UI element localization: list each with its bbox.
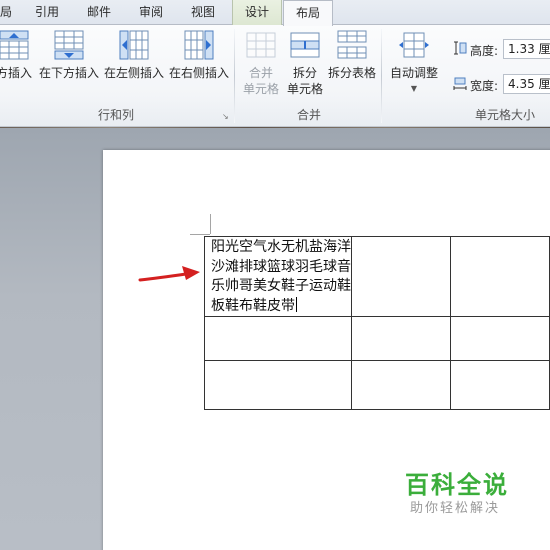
insert-below-button[interactable]: 在下方插入 <box>38 29 100 81</box>
watermark-subtitle: 助你轻松解决 <box>410 501 501 516</box>
ribbon-tab-bar: 局 引用 邮件 审阅 视图 设计 布局 <box>0 0 550 26</box>
merge-cells-button[interactable]: 合并 单元格 <box>240 29 282 97</box>
insert-above-button[interactable]: 方插入 <box>0 29 34 81</box>
tab-view[interactable]: 视图 <box>178 0 228 25</box>
table-row: 阳光空气水无机盐海洋沙滩排球篮球羽毛球音乐帅哥美女鞋子运动鞋板鞋布鞋皮带 <box>204 236 550 317</box>
text-caret <box>296 296 297 312</box>
split-cells-button[interactable]: 拆分 单元格 <box>284 29 326 97</box>
autofit-icon <box>399 32 429 58</box>
split-cells-icon <box>290 32 320 58</box>
table-cell[interactable] <box>351 236 451 317</box>
row-height-icon <box>454 41 467 55</box>
insert-left-label: 在左侧插入 <box>103 66 164 80</box>
width-input[interactable]: 4.35 厘米 <box>503 74 550 94</box>
table-cell[interactable] <box>450 360 550 410</box>
table-cell[interactable] <box>450 316 550 361</box>
split-table-button[interactable]: 拆分表格 <box>326 29 378 81</box>
group-label-cell-size: 单元格大小 <box>475 108 536 122</box>
autofit-label: 自动调整 <box>389 66 438 80</box>
tab-layout[interactable]: 布局 <box>283 0 333 26</box>
group-label-rows-columns: 行和列 <box>97 108 134 122</box>
insert-above-label: 方插入 <box>0 66 32 80</box>
group-separator <box>381 29 382 123</box>
table-cell[interactable] <box>204 316 352 361</box>
margin-mark <box>190 234 210 235</box>
column-width-icon <box>453 77 467 90</box>
table-cell[interactable] <box>204 360 352 410</box>
group-separator <box>234 29 235 123</box>
annotation-arrow-icon <box>138 266 200 282</box>
height-input[interactable]: 1.33 厘米 <box>503 39 550 59</box>
table-cell[interactable] <box>351 316 451 361</box>
insert-right-label: 在右侧插入 <box>168 66 229 80</box>
insert-below-label: 在下方插入 <box>38 66 99 80</box>
tab-review[interactable]: 审阅 <box>126 0 176 25</box>
ribbon-panel: 方插入 在下方插入 在左侧插入 在右侧插入 行和列 ↘ 合并 单元格 拆分 单元… <box>0 25 550 127</box>
insert-above-icon <box>0 30 29 60</box>
table-cell[interactable]: 阳光空气水无机盐海洋沙滩排球篮球羽毛球音乐帅哥美女鞋子运动鞋板鞋布鞋皮带 <box>204 236 352 317</box>
watermark-title: 百科全说 <box>405 471 509 499</box>
document-table: 阳光空气水无机盐海洋沙滩排球篮球羽毛球音乐帅哥美女鞋子运动鞋板鞋布鞋皮带 <box>204 236 550 410</box>
table-row <box>204 316 550 361</box>
table-cell[interactable] <box>450 236 550 317</box>
watermark: 百科全说 助你轻松解决 <box>405 470 509 518</box>
insert-left-button[interactable]: 在左侧插入 <box>103 29 165 81</box>
cell-text-container: 阳光空气水无机盐海洋沙滩排球篮球羽毛球音乐帅哥美女鞋子运动鞋板鞋布鞋皮带 <box>205 237 351 316</box>
margin-mark <box>210 214 211 234</box>
group-merge: 合并 单元格 拆分 单元格 拆分表格 合并 <box>236 25 382 127</box>
insert-right-button[interactable]: 在右侧插入 <box>168 29 230 81</box>
group-label-merge: 合并 <box>296 108 321 122</box>
insert-below-icon <box>54 30 84 60</box>
insert-left-icon <box>119 30 149 60</box>
autofit-button[interactable]: 自动调整 ▼ <box>387 29 441 97</box>
dialog-launcher-icon[interactable]: ↘ <box>222 112 231 121</box>
merge-cells-label-2: 单元格 <box>242 82 279 96</box>
tab-mailings[interactable]: 邮件 <box>74 0 124 25</box>
cell-text: 阳光空气水无机盐海洋沙滩排球篮球羽毛球音乐帅哥美女鞋子运动鞋板鞋布鞋皮带 <box>211 239 351 314</box>
group-rows-columns: 方插入 在下方插入 在左侧插入 在右侧插入 行和列 ↘ <box>0 25 232 127</box>
height-label: 高度: <box>470 44 499 58</box>
dropdown-arrow-icon: ▼ <box>410 84 418 93</box>
width-label: 宽度: <box>470 79 499 93</box>
insert-right-icon <box>184 30 214 60</box>
table-cell[interactable] <box>351 360 451 410</box>
tab-references[interactable]: 引用 <box>22 0 72 25</box>
table-row <box>204 360 550 410</box>
split-table-icon <box>337 30 367 59</box>
merge-cells-label-1: 合并 <box>248 66 273 80</box>
group-cell-size: 自动调整 ▼ 高度: 1.33 厘米 宽度: 4.35 厘米 单元格大小 <box>383 25 550 127</box>
tab-partial[interactable]: 局 <box>0 0 16 25</box>
merge-cells-icon <box>246 32 276 58</box>
split-table-label: 拆分表格 <box>327 66 376 80</box>
split-cells-label-1: 拆分 <box>292 66 317 80</box>
tab-design[interactable]: 设计 <box>232 0 282 25</box>
split-cells-label-2: 单元格 <box>286 82 323 96</box>
